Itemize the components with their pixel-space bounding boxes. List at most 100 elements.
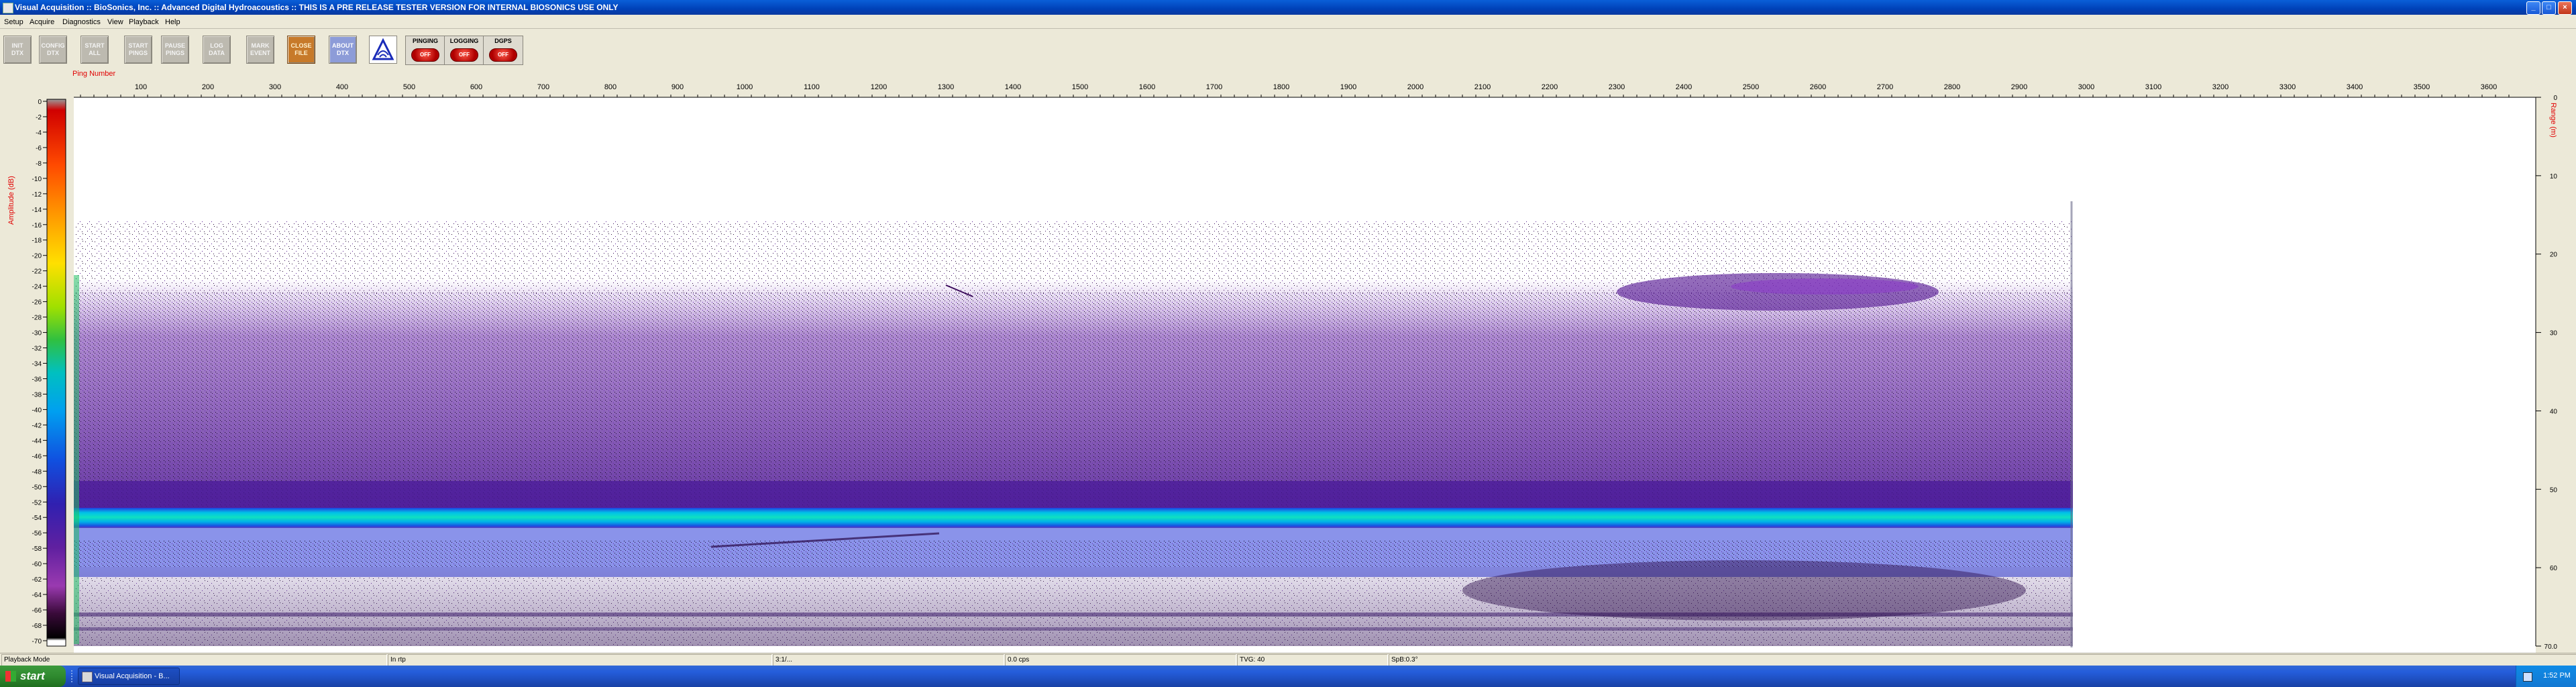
start-pings-button[interactable]: START PINGS — [124, 36, 152, 64]
minimize-button[interactable]: _ — [2526, 1, 2540, 15]
ping-tick-label: 3400 — [2347, 83, 2363, 91]
taskbar: start Visual Acquisition - B... 1:52 PM — [0, 666, 2576, 687]
colorbar-tick-label: -50 — [32, 484, 42, 491]
ping-tick-label: 400 — [336, 83, 348, 91]
ping-tick-label: 1200 — [871, 83, 887, 91]
ping-tick-label: 3600 — [2481, 83, 2497, 91]
log-data-button[interactable]: LOG DATA — [203, 36, 231, 64]
dgps-state: OFF — [489, 48, 517, 62]
menu-view[interactable]: View — [107, 18, 123, 26]
taskbar-item-visual-acquisition[interactable]: Visual Acquisition - B... — [78, 668, 180, 685]
depth-tick-label: 60 — [2550, 565, 2558, 572]
pinging-label: PINGING — [412, 38, 438, 44]
taskbar-item-label: Visual Acquisition - B... — [95, 672, 170, 680]
ping-tick-label: 1000 — [737, 83, 753, 91]
colorbar-tick-label: -58 — [32, 545, 42, 553]
logging-state: OFF — [450, 48, 478, 62]
biosonics-logo — [369, 36, 397, 64]
ping-tick-label: 2200 — [1542, 83, 1558, 91]
menu-playback[interactable]: Playback — [129, 18, 159, 26]
app-task-icon — [82, 672, 93, 682]
ping-tick-label: 2400 — [1676, 83, 1692, 91]
menu-setup[interactable]: Setup — [4, 18, 23, 26]
maximize-button[interactable]: □ — [2542, 1, 2556, 15]
colorbar-tick-label: -36 — [32, 376, 42, 383]
status-rate: 0.0 cps — [1005, 654, 1236, 666]
start-all-button[interactable]: START ALL — [80, 36, 109, 64]
depth-tick-label: 0 — [2553, 95, 2557, 102]
echogram-svg[interactable]: 100 200 300 400 500 600 700 800 900 1000 1100 1200 1… — [0, 70, 2576, 653]
fish-school-lower — [1462, 560, 2026, 621]
ping-tick-label: 600 — [470, 83, 482, 91]
ping-tick-label: 3000 — [2078, 83, 2094, 91]
depth-tick-label: 10 — [2550, 173, 2558, 180]
colorbar-tick-label: -12 — [32, 191, 42, 199]
colorbar-tick-label: -30 — [32, 330, 42, 337]
colorbar-tick-label: -18 — [32, 237, 42, 245]
ping-tick-label: 1700 — [1206, 83, 1222, 91]
colorbar-tick-label: -56 — [32, 530, 42, 537]
title-bar[interactable]: Visual Acquisition :: BioSonics, Inc. ::… — [0, 0, 2576, 15]
colorbar-tick-label: -62 — [32, 576, 42, 584]
colorbar-tick-label: -66 — [32, 607, 42, 615]
colorbar-tick-label: -34 — [32, 361, 42, 368]
logging-indicator[interactable]: LOGGING OFF — [444, 36, 484, 65]
colorbar-tick-label: -64 — [32, 592, 42, 599]
toolbar: INIT DTX CONFIG DTX START ALL START PING… — [0, 29, 2576, 71]
ping-tick-label: 2000 — [1407, 83, 1424, 91]
init-dtx-button[interactable]: INIT DTX — [3, 36, 32, 64]
colorbar-tick-label: -44 — [32, 437, 42, 445]
close-window-button[interactable]: × — [2558, 1, 2572, 15]
pinging-indicator[interactable]: PINGING OFF — [405, 36, 445, 65]
app-icon — [3, 3, 13, 13]
status-file: In rtp — [388, 654, 772, 666]
colorbar-title: Amplitude (dB) — [7, 176, 15, 225]
ping-tick-label: 100 — [135, 83, 147, 91]
colorbar-tick-label: -52 — [32, 499, 42, 507]
status-spb: SpB:0.3° — [1389, 654, 2576, 666]
ping-tick-label: 3100 — [2145, 83, 2161, 91]
ping-tick-label: 900 — [672, 83, 684, 91]
close-file-button[interactable]: CLOSE FILE — [287, 36, 315, 64]
colorbar-tick-label: -54 — [32, 515, 42, 522]
dgps-indicator[interactable]: DGPS OFF — [483, 36, 523, 65]
ping-tick-label: 2500 — [1743, 83, 1759, 91]
pause-pings-button[interactable]: PAUSE PINGS — [161, 36, 189, 64]
logging-label: LOGGING — [449, 38, 479, 44]
ping-tick-label: 1300 — [938, 83, 954, 91]
ping-tick-label: 700 — [537, 83, 549, 91]
depth-tick-label: 50 — [2550, 486, 2558, 494]
colorbar-tick-label: -16 — [32, 222, 42, 229]
colorbar-tick-label: -4 — [36, 129, 42, 137]
about-dtx-button[interactable]: ABOUT DTX — [329, 36, 357, 64]
window-title: Visual Acquisition :: BioSonics, Inc. ::… — [15, 3, 619, 12]
colorbar-tick-label: -60 — [32, 561, 42, 568]
strong-echo-band — [74, 508, 2073, 527]
depth-tick-label: 40 — [2550, 408, 2558, 415]
quicklaunch-grip[interactable] — [71, 670, 76, 682]
menu-help[interactable]: Help — [165, 18, 180, 26]
menu-bar: Setup Acquire Diagnostics View Playback … — [0, 15, 2576, 29]
ping-tick-label: 2600 — [1810, 83, 1826, 91]
colorbar-tick-label: 0 — [38, 99, 42, 106]
tray-network-icon[interactable] — [2523, 672, 2532, 682]
amplitude-colorbar — [46, 99, 66, 647]
status-bar: Playback Mode In rtp 3:1/... 0.0 cps TVG… — [0, 653, 2576, 666]
config-dtx-button[interactable]: CONFIG DTX — [39, 36, 67, 64]
menu-diagnostics[interactable]: Diagnostics — [62, 18, 101, 26]
ping-tick-label: 3300 — [2279, 83, 2296, 91]
clock: 1:52 PM — [2543, 672, 2571, 680]
echogram-panel: 100 200 300 400 500 600 700 800 900 1000 1100 1200 1… — [0, 70, 2576, 653]
start-label: start — [20, 670, 45, 682]
ping-tick-label: 2700 — [1877, 83, 1893, 91]
pinging-state: OFF — [411, 48, 439, 62]
menu-acquire[interactable]: Acquire — [30, 18, 54, 26]
ping-tick-label: 2800 — [1944, 83, 1960, 91]
mark-event-button[interactable]: MARK EVENT — [246, 36, 274, 64]
start-button[interactable]: start — [0, 666, 66, 687]
ping-tick-label: 1500 — [1072, 83, 1088, 91]
echogram-data — [74, 201, 2073, 647]
colorbar-tick-label: -46 — [32, 453, 42, 460]
colorbar-tick-label: -14 — [32, 207, 42, 214]
depth-tick-label: 70.0 — [2544, 643, 2558, 651]
